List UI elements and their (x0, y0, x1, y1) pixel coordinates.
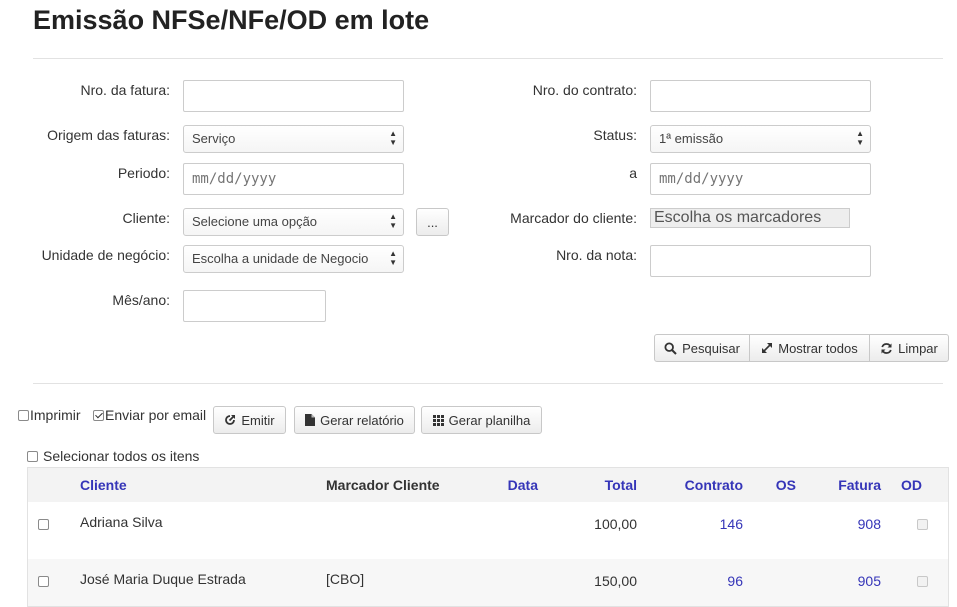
row-checkbox[interactable] (38, 519, 49, 530)
nro-contrato-label: Nro. do contrato: (532, 82, 637, 98)
mes-ano-label: Mês/ano: (112, 292, 170, 308)
periodo-label: Periodo: (117, 165, 170, 181)
status-select[interactable]: 1ª emissão ▲ ▼ (650, 125, 871, 153)
cliente-select-value: Selecione uma opção (192, 214, 318, 229)
col-header-fatura[interactable]: Fatura (838, 477, 881, 493)
select-arrows-icon: ▲ ▼ (389, 129, 397, 147)
nro-fatura-label: Nro. da fatura: (80, 82, 171, 98)
cliente-select[interactable]: Selecione uma opção ▲ ▼ (183, 208, 404, 236)
selecionar-todos-checkbox[interactable] (27, 450, 38, 462)
cliente-label: Cliente: (122, 210, 170, 226)
col-header-os[interactable]: OS (776, 477, 796, 493)
gerar-relatorio-label: Gerar relatório (320, 412, 404, 428)
limpar-label: Limpar (898, 340, 938, 356)
gerar-planilha-button[interactable]: Gerar planilha (421, 406, 542, 434)
cell-fatura-link[interactable]: 905 (858, 573, 881, 589)
select-arrows-icon: ▲ ▼ (389, 249, 397, 267)
row-od-checkbox (916, 519, 928, 530)
file-icon (305, 414, 316, 426)
cell-cliente: Adriana Silva (80, 514, 163, 530)
unidade-label: Unidade de negócio: (41, 247, 170, 263)
nro-fatura-input[interactable] (183, 80, 404, 112)
search-icon (664, 341, 677, 355)
select-arrows-icon: ▲ ▼ (856, 129, 864, 147)
selecionar-todos-option[interactable]: Selecionar todos os itens (27, 448, 199, 464)
mostrar-todos-button[interactable]: Mostrar todos (749, 334, 870, 362)
col-header-data[interactable]: Data (508, 477, 538, 493)
row-checkbox[interactable] (38, 576, 49, 587)
cliente-more-button[interactable]: ... (416, 208, 449, 236)
cliente-more-label: ... (427, 214, 438, 230)
nro-nota-input[interactable] (650, 245, 871, 277)
cell-fatura-link[interactable]: 908 (858, 516, 881, 532)
origem-select[interactable]: Serviço ▲ ▼ (183, 125, 404, 153)
enviar-email-checkbox[interactable] (93, 409, 104, 421)
col-header-cliente[interactable]: Cliente (80, 477, 127, 493)
results-table: Cliente Marcador Cliente Data Total Cont… (27, 467, 949, 607)
cell-contrato-link[interactable]: 146 (720, 516, 743, 532)
refresh-icon (881, 342, 892, 354)
divider (33, 383, 943, 384)
cell-cliente: José Maria Duque Estrada (80, 571, 246, 587)
selecionar-todos-label: Selecionar todos os itens (43, 448, 200, 464)
gerar-relatorio-button[interactable]: Gerar relatório (294, 406, 415, 434)
pesquisar-label: Pesquisar (682, 340, 740, 356)
cell-total: 100,00 (594, 516, 637, 532)
table-header-row: Cliente Marcador Cliente Data Total Cont… (28, 468, 948, 502)
col-header-contrato[interactable]: Contrato (685, 477, 743, 493)
marcador-label: Marcador do cliente: (510, 210, 637, 226)
imprimir-checkbox[interactable] (18, 409, 29, 421)
emitir-button[interactable]: Emitir (213, 406, 286, 434)
cell-total: 150,00 (594, 573, 637, 589)
col-header-marcador: Marcador Cliente (326, 477, 440, 493)
grid-icon (432, 414, 444, 426)
gerar-planilha-label: Gerar planilha (448, 412, 531, 428)
row-od-checkbox (916, 576, 928, 587)
imprimir-option[interactable]: Imprimir (18, 407, 81, 423)
expand-icon (762, 343, 773, 353)
periodo-to-label: a (629, 165, 637, 181)
search-button-group: Pesquisar Mostrar todos Limpar (654, 334, 949, 362)
nro-nota-label: Nro. da nota: (556, 247, 637, 263)
select-arrows-icon: ▲ ▼ (389, 212, 397, 230)
unidade-select[interactable]: Escolha a unidade de Negocio ▲ ▼ (183, 245, 404, 273)
page-title: Emissão NFSe/NFe/OD em lote (33, 5, 430, 35)
origem-select-value: Serviço (192, 131, 236, 146)
table-row: Adriana Silva 100,00 146 908 (28, 502, 948, 559)
share-icon (225, 414, 236, 425)
marcador-input[interactable]: Escolha os marcadores (650, 208, 850, 228)
status-select-value: 1ª emissão (659, 131, 724, 146)
unidade-select-value: Escolha a unidade de Negocio (192, 251, 369, 266)
periodo-start-input[interactable] (183, 163, 404, 195)
table-row: José Maria Duque Estrada [CBO] 150,00 96… (28, 559, 948, 606)
limpar-button[interactable]: Limpar (869, 334, 949, 362)
cell-marcador: [CBO] (326, 571, 365, 587)
origem-label: Origem das faturas: (47, 127, 170, 143)
mes-ano-input[interactable] (183, 290, 326, 322)
emitir-label: Emitir (241, 412, 275, 428)
enviar-email-label: Enviar por email (105, 407, 207, 423)
status-label: Status: (593, 127, 637, 143)
pesquisar-button[interactable]: Pesquisar (654, 334, 750, 362)
enviar-email-option[interactable]: Enviar por email (93, 407, 206, 423)
periodo-end-input[interactable] (650, 163, 871, 195)
cell-contrato-link[interactable]: 96 (727, 573, 743, 589)
mostrar-todos-label: Mostrar todos (778, 340, 858, 356)
imprimir-label: Imprimir (30, 407, 81, 423)
col-header-total[interactable]: Total (605, 477, 637, 493)
col-header-od[interactable]: OD (901, 477, 922, 493)
divider (33, 58, 943, 59)
nro-contrato-input[interactable] (650, 80, 871, 112)
